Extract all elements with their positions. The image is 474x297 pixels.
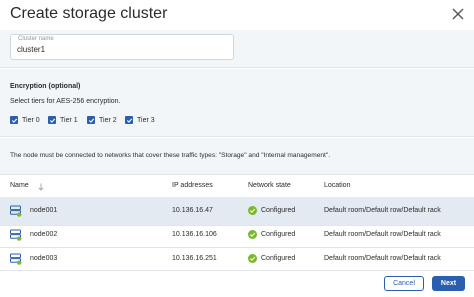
divider — [0, 67, 474, 68]
checkbox-checked-icon — [48, 116, 56, 124]
node-ip: 10.136.16.106 — [172, 231, 217, 238]
checkbox-checked-icon — [87, 116, 95, 124]
checkbox-checked-icon — [125, 116, 133, 124]
tier-label: Tier 1 — [60, 116, 78, 124]
check-circle-icon — [248, 206, 257, 215]
tier-label: Tier 2 — [99, 116, 117, 124]
cluster-name-input[interactable] — [17, 45, 217, 54]
node-name: node003 — [30, 255, 58, 262]
tier-1-checkbox[interactable]: Tier 1 — [48, 115, 78, 125]
table-row[interactable]: node003 10.136.16.251 Configured Default… — [0, 245, 474, 273]
cluster-name-label: Cluster name — [18, 36, 54, 42]
cluster-name-field[interactable]: Cluster name — [10, 34, 234, 60]
server-node-icon — [10, 229, 22, 241]
node-location: Default room/Default row/Default rack — [324, 207, 441, 214]
server-node-icon — [10, 253, 22, 265]
tier-label: Tier 0 — [22, 116, 40, 124]
tier-2-checkbox[interactable]: Tier 2 — [87, 115, 117, 125]
column-header-name[interactable]: Name — [10, 182, 29, 189]
divider — [0, 136, 474, 137]
divider — [0, 174, 474, 175]
next-button[interactable]: Next — [432, 276, 465, 291]
tier-3-checkbox[interactable]: Tier 3 — [125, 115, 155, 125]
tier-0-checkbox[interactable]: Tier 0 — [10, 115, 40, 125]
node-name: node002 — [30, 231, 58, 238]
column-header-location: Location — [324, 182, 351, 189]
encryption-description: Select tiers for AES-256 encryption. — [10, 98, 121, 105]
column-header-network-state: Network state — [248, 182, 291, 189]
sort-arrow-down-icon[interactable] — [38, 183, 44, 191]
server-node-icon — [10, 205, 22, 217]
network-note: The node must be connected to networks t… — [10, 152, 331, 159]
tier-label: Tier 3 — [137, 116, 155, 124]
dialog-title: Create storage cluster — [10, 5, 168, 22]
network-state: Configured — [261, 207, 296, 214]
check-circle-icon — [248, 230, 257, 239]
network-state: Configured — [261, 231, 296, 238]
encryption-title: Encryption (optional) — [10, 83, 81, 90]
column-header-ip: IP addresses — [172, 182, 213, 189]
node-location: Default room/Default row/Default rack — [324, 231, 441, 238]
node-ip: 10.136.16.47 — [172, 207, 213, 214]
dialog-header: Create storage cluster — [0, 0, 474, 30]
node-location: Default room/Default row/Default rack — [324, 255, 441, 262]
node-ip: 10.136.16.251 — [172, 255, 217, 262]
check-circle-icon — [248, 254, 257, 263]
close-icon[interactable] — [451, 7, 465, 21]
checkbox-checked-icon — [10, 116, 18, 124]
network-state: Configured — [261, 255, 296, 262]
node-name: node001 — [30, 207, 58, 214]
cancel-button[interactable]: Cancel — [384, 276, 424, 291]
